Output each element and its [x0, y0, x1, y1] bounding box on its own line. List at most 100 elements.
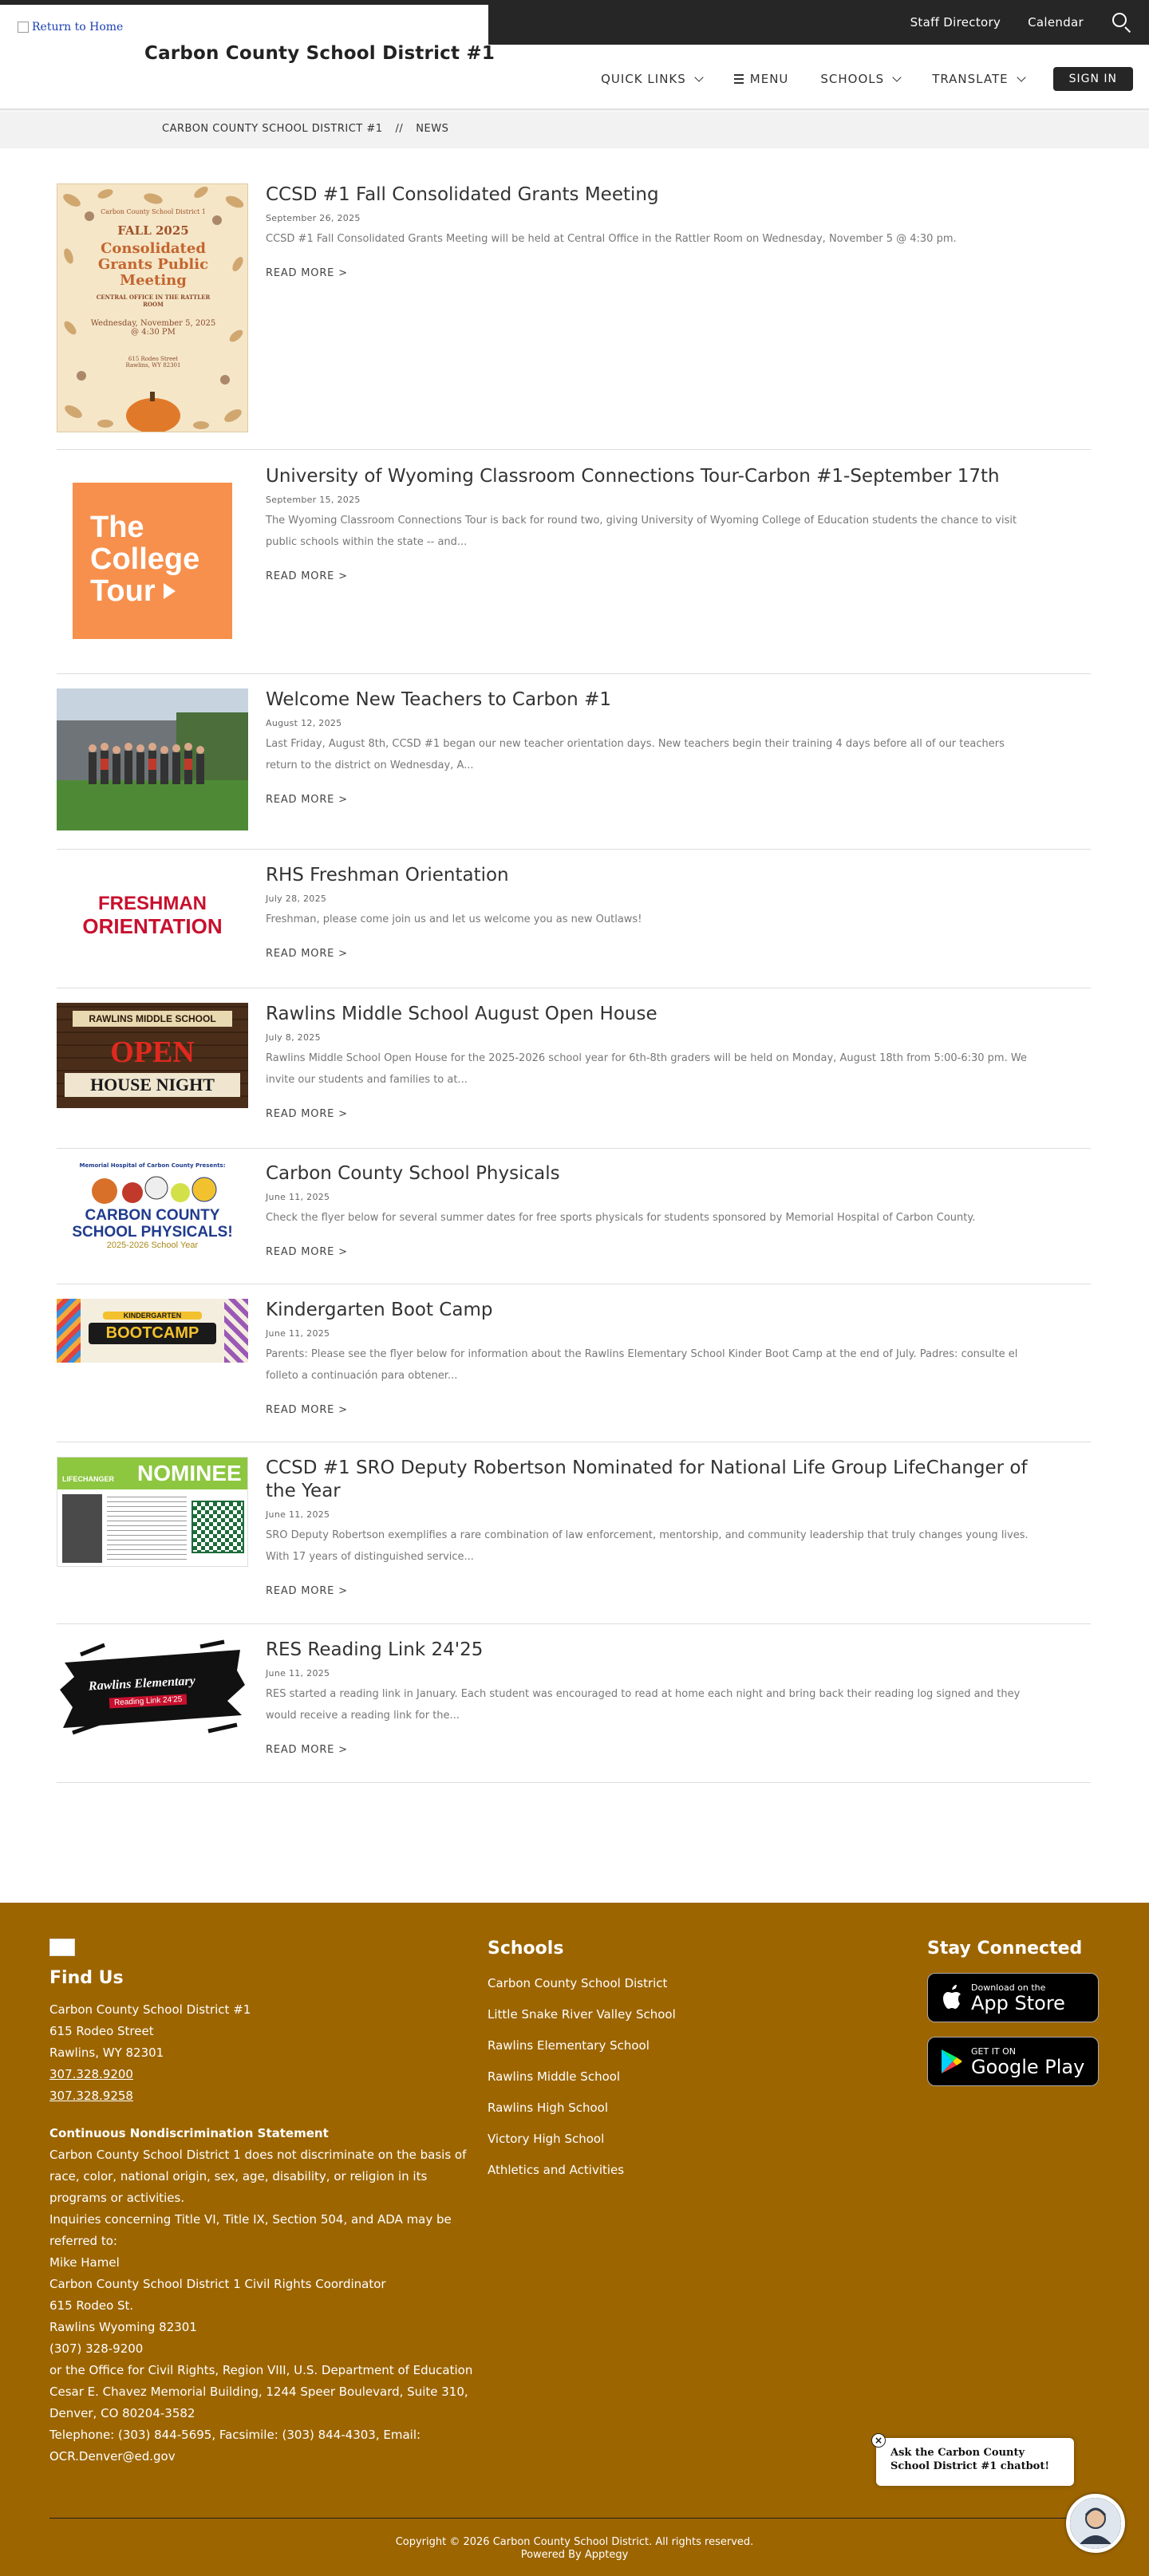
article-image[interactable]: LIFECHANGER NOMINEE [57, 1457, 248, 1567]
article-body: Carbon County School Physicals June 11, … [266, 1162, 1032, 1258]
stay-connected-heading: Stay Connected [927, 1939, 1083, 1959]
school-link[interactable]: Victory High School [488, 2124, 727, 2155]
teachers-group-photo [57, 688, 248, 830]
read-more-link[interactable]: READ MORE > [266, 948, 348, 960]
news-article: Memorial Hospital of Carbon County Prese… [57, 1162, 1091, 1284]
schools-heading: Schools [488, 1939, 564, 1959]
article-title[interactable]: Welcome New Teachers to Carbon #1 [266, 688, 1032, 712]
read-more-label: READ MORE [266, 1404, 335, 1416]
nondiscrimination-text: Inquiries concerning Title VI, Title IX,… [49, 2212, 452, 2248]
flyer-text: Wednesday, November 5, 2025 [90, 319, 216, 328]
footer-schools: Schools Carbon County School District Li… [488, 1939, 727, 2186]
staff-directory-link[interactable]: Staff Directory [910, 15, 1001, 30]
nondiscrimination-text: Carbon County School District 1 does not… [49, 2148, 467, 2205]
news-article: Rawlins Elementary Reading Link 24'25 RE… [57, 1639, 1091, 1783]
powered-by-link[interactable]: Powered By Apptegy [0, 2549, 1149, 2562]
image-text: CARBON COUNTY [85, 1207, 220, 1224]
read-more-link[interactable]: READ MORE > [266, 1744, 348, 1756]
ocr-contact: Telephone: (303) 844-5695, Facsimile: (3… [49, 2428, 421, 2464]
article-date: June 11, 2025 [266, 1509, 330, 1520]
read-more-label: READ MORE [266, 1744, 335, 1756]
chatbot-avatar-button[interactable] [1066, 2494, 1125, 2553]
article-title[interactable]: CCSD #1 Fall Consolidated Grants Meeting [266, 183, 1032, 207]
breadcrumb: CARBON COUNTY SCHOOL DISTRICT #1 // NEWS [0, 112, 1149, 148]
read-more-link[interactable]: READ MORE > [266, 794, 348, 806]
footer-find-us: Find Us Carbon County School District #1… [49, 1968, 480, 2468]
article-image[interactable]: Rawlins Elementary Reading Link 24'25 [57, 1639, 248, 1739]
news-article: The College Tour University of Wyoming C… [57, 465, 1091, 674]
article-date: July 8, 2025 [266, 1032, 321, 1043]
chatbot-prompt-text: Ask the Carbon County School District #1… [890, 2447, 1050, 2472]
article-title[interactable]: Rawlins Middle School August Open House [266, 1003, 1032, 1026]
school-link[interactable]: Rawlins High School [488, 2093, 727, 2124]
article-title[interactable]: CCSD #1 SRO Deputy Robertson Nominated f… [266, 1457, 1032, 1503]
google-play-button[interactable]: GET IT ON Google Play [927, 2037, 1099, 2086]
read-more-link[interactable]: READ MORE > [266, 1585, 348, 1597]
article-image[interactable] [57, 688, 248, 830]
article-title[interactable]: RES Reading Link 24'25 [266, 1639, 1032, 1662]
read-more-link[interactable]: READ MORE > [266, 267, 348, 279]
nav-schools[interactable]: SCHOOLS [820, 72, 902, 86]
chatbot-prompt[interactable]: × Ask the Carbon County School District … [871, 2433, 1074, 2486]
school-link[interactable]: Carbon County School District [488, 1968, 727, 1999]
article-title[interactable]: University of Wyoming Classroom Connecti… [266, 465, 1032, 488]
school-link[interactable]: Rawlins Elementary School [488, 2030, 727, 2061]
chevron-down-icon [694, 72, 704, 82]
qr-code [192, 1501, 244, 1553]
image-text: FRESHMAN [98, 893, 207, 914]
search-icon[interactable] [1111, 11, 1133, 34]
article-image[interactable]: The College Tour [73, 483, 232, 639]
broken-image-icon [18, 22, 29, 33]
article-date: September 15, 2025 [266, 495, 361, 505]
close-icon[interactable]: × [871, 2433, 886, 2448]
article-image[interactable]: FRESHMAN ORIENTATION [57, 875, 248, 955]
article-image[interactable]: KINDERGARTEN BOOTCAMP [57, 1299, 248, 1363]
read-more-link[interactable]: READ MORE > [266, 1108, 348, 1120]
read-more-label: READ MORE [266, 267, 335, 279]
breadcrumb-home[interactable]: CARBON COUNTY SCHOOL DISTRICT #1 [162, 123, 383, 135]
article-title[interactable]: Carbon County School Physicals [266, 1162, 1032, 1185]
nav-quick-links[interactable]: QUICK LINKS [601, 72, 704, 86]
news-article: Carbon County School District 1 FALL 202… [57, 183, 1091, 450]
article-date: September 26, 2025 [266, 213, 361, 223]
home-logo-link[interactable]: Return to Home [18, 21, 123, 34]
article-image[interactable]: RAWLINS MIDDLE SCHOOL OPEN HOUSE NIGHT [57, 1003, 248, 1108]
site-title: Carbon County School District #1 [144, 43, 496, 64]
image-text: SCHOOL PHYSICALS! [72, 1224, 233, 1241]
calendar-link[interactable]: Calendar [1028, 15, 1084, 30]
article-body: Welcome New Teachers to Carbon #1 August… [266, 688, 1032, 806]
coordinator-title: Carbon County School District 1 Civil Ri… [49, 2277, 386, 2291]
flyer-text: @ 4:30 PM [131, 328, 176, 337]
article-title[interactable]: Kindergarten Boot Camp [266, 1299, 1032, 1322]
read-more-link[interactable]: READ MORE > [266, 1404, 348, 1416]
google-play-big: Google Play [971, 2055, 1085, 2078]
article-body: University of Wyoming Classroom Connecti… [266, 465, 1032, 582]
read-more-link[interactable]: READ MORE > [266, 570, 348, 582]
school-link[interactable]: Athletics and Activities [488, 2155, 727, 2186]
article-date: June 11, 2025 [266, 1668, 330, 1679]
district-city: Rawlins, WY 82301 [49, 2045, 164, 2060]
breadcrumb-separator: // [395, 123, 404, 135]
read-more-link[interactable]: READ MORE > [266, 1246, 348, 1258]
article-body: RES Reading Link 24'25 June 11, 2025 RES… [266, 1639, 1032, 1756]
image-text: ORIENTATION [82, 914, 223, 938]
article-title[interactable]: RHS Freshman Orientation [266, 864, 1032, 887]
app-store-big: App Store [971, 1991, 1065, 2014]
school-link[interactable]: Rawlins Middle School [488, 2061, 727, 2093]
flyer-text: Rawlins, WY 82301 [125, 362, 181, 369]
fax-link[interactable]: 307.328.9258 [49, 2085, 480, 2107]
image-text: Memorial Hospital of Carbon County Prese… [79, 1162, 226, 1169]
flyer-text: CENTRAL OFFICE IN THE RATTLER ROOM [96, 294, 211, 308]
footer-divider [49, 2518, 1100, 2519]
article-image[interactable]: Memorial Hospital of Carbon County Prese… [57, 1162, 248, 1249]
sports-balls-image [92, 1176, 217, 1204]
article-image[interactable]: Carbon County School District 1 FALL 202… [57, 183, 248, 432]
phone-link[interactable]: 307.328.9200 [49, 2064, 480, 2085]
app-store-button[interactable]: Download on the App Store [927, 1973, 1099, 2022]
google-play-small: GET IT ON [971, 2045, 1017, 2057]
nav-translate[interactable]: TRANSLATE [932, 72, 1026, 86]
school-link[interactable]: Little Snake River Valley School [488, 1999, 727, 2030]
sign-in-button[interactable]: SIGN IN [1052, 67, 1133, 91]
copyright: Copyright © 2026 Carbon County School Di… [0, 2536, 1149, 2562]
nav-menu[interactable]: MENU [733, 72, 789, 86]
